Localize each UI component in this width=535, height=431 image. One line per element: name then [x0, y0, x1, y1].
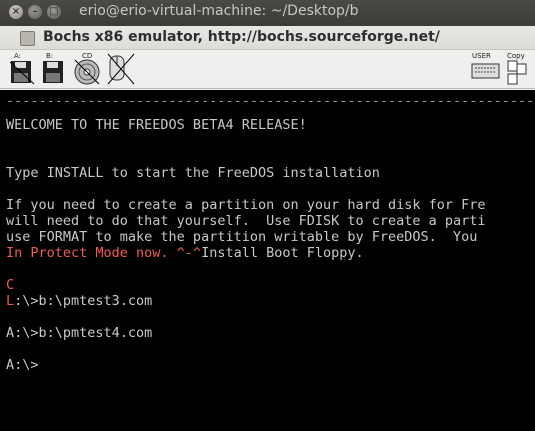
command-1-text: :\>b:\pmtest3.com	[14, 293, 153, 309]
floppy-a-icon	[9, 61, 35, 85]
welcome-line: WELCOME TO THE FREEDOS BETA4 RELEASE!	[6, 117, 307, 133]
floppy-b-button[interactable]: B:	[40, 52, 68, 86]
bochs-window: Bochs x86 emulator, http://bochs.sourcef…	[0, 26, 535, 431]
info-line-1: If you need to create a partition on you…	[6, 197, 486, 213]
terminal-window-title: erio@erio-virtual-machine: ~/Desktop/b	[79, 3, 359, 19]
cdrom-button[interactable]: CD	[72, 52, 102, 86]
user-button[interactable]: USER	[471, 52, 501, 86]
dos-prompt: A:\>	[6, 357, 39, 373]
minimize-button[interactable]: –	[28, 5, 42, 19]
info-line-3: use FORMAT to make the partition writabl…	[6, 229, 478, 245]
mouse-button[interactable]	[106, 52, 136, 86]
cdrom-icon	[74, 59, 100, 85]
c-line: C	[6, 277, 15, 293]
emulator-screen[interactable]: ----------------------------------------…	[0, 90, 535, 431]
bochs-toolbar: A: B: CD USER Copy	[0, 50, 535, 88]
separator-line: ----------------------------------------…	[6, 93, 535, 109]
close-button[interactable]: ×	[9, 5, 23, 19]
bochs-title-bar: Bochs x86 emulator, http://bochs.sourcef…	[0, 26, 535, 50]
bochs-window-title: Bochs x86 emulator, http://bochs.sourcef…	[43, 29, 440, 45]
keyboard-icon	[471, 63, 500, 79]
command-line-1: L:\>b:\pmtest3.com	[6, 293, 152, 309]
bochs-app-icon	[20, 31, 35, 46]
mouse-icon	[107, 53, 135, 85]
install-line: Type INSTALL to start the FreeDOS instal…	[6, 165, 380, 181]
boot-floppy-text: Install Boot Floppy.	[201, 245, 364, 261]
terminal-title-bar: × – □ erio@erio-virtual-machine: ~/Deskt…	[0, 0, 535, 26]
info-line-2: will need to do that yourself. Use FDISK…	[6, 213, 486, 229]
floppy-b-icon	[43, 61, 63, 83]
copy-icon	[507, 60, 527, 85]
toolbar-divider	[0, 88, 535, 89]
protect-mode-line: In Protect Mode now. ^-^Install Boot Flo…	[6, 245, 364, 261]
command-line-2: A:\>b:\pmtest4.com	[6, 325, 153, 341]
maximize-button[interactable]: □	[47, 5, 61, 19]
protect-mode-text: In Protect Mode now. ^-^	[6, 245, 202, 261]
copy-button[interactable]: Copy	[505, 52, 531, 86]
floppy-a-button[interactable]: A:	[8, 52, 36, 86]
l-char: L	[6, 293, 15, 309]
